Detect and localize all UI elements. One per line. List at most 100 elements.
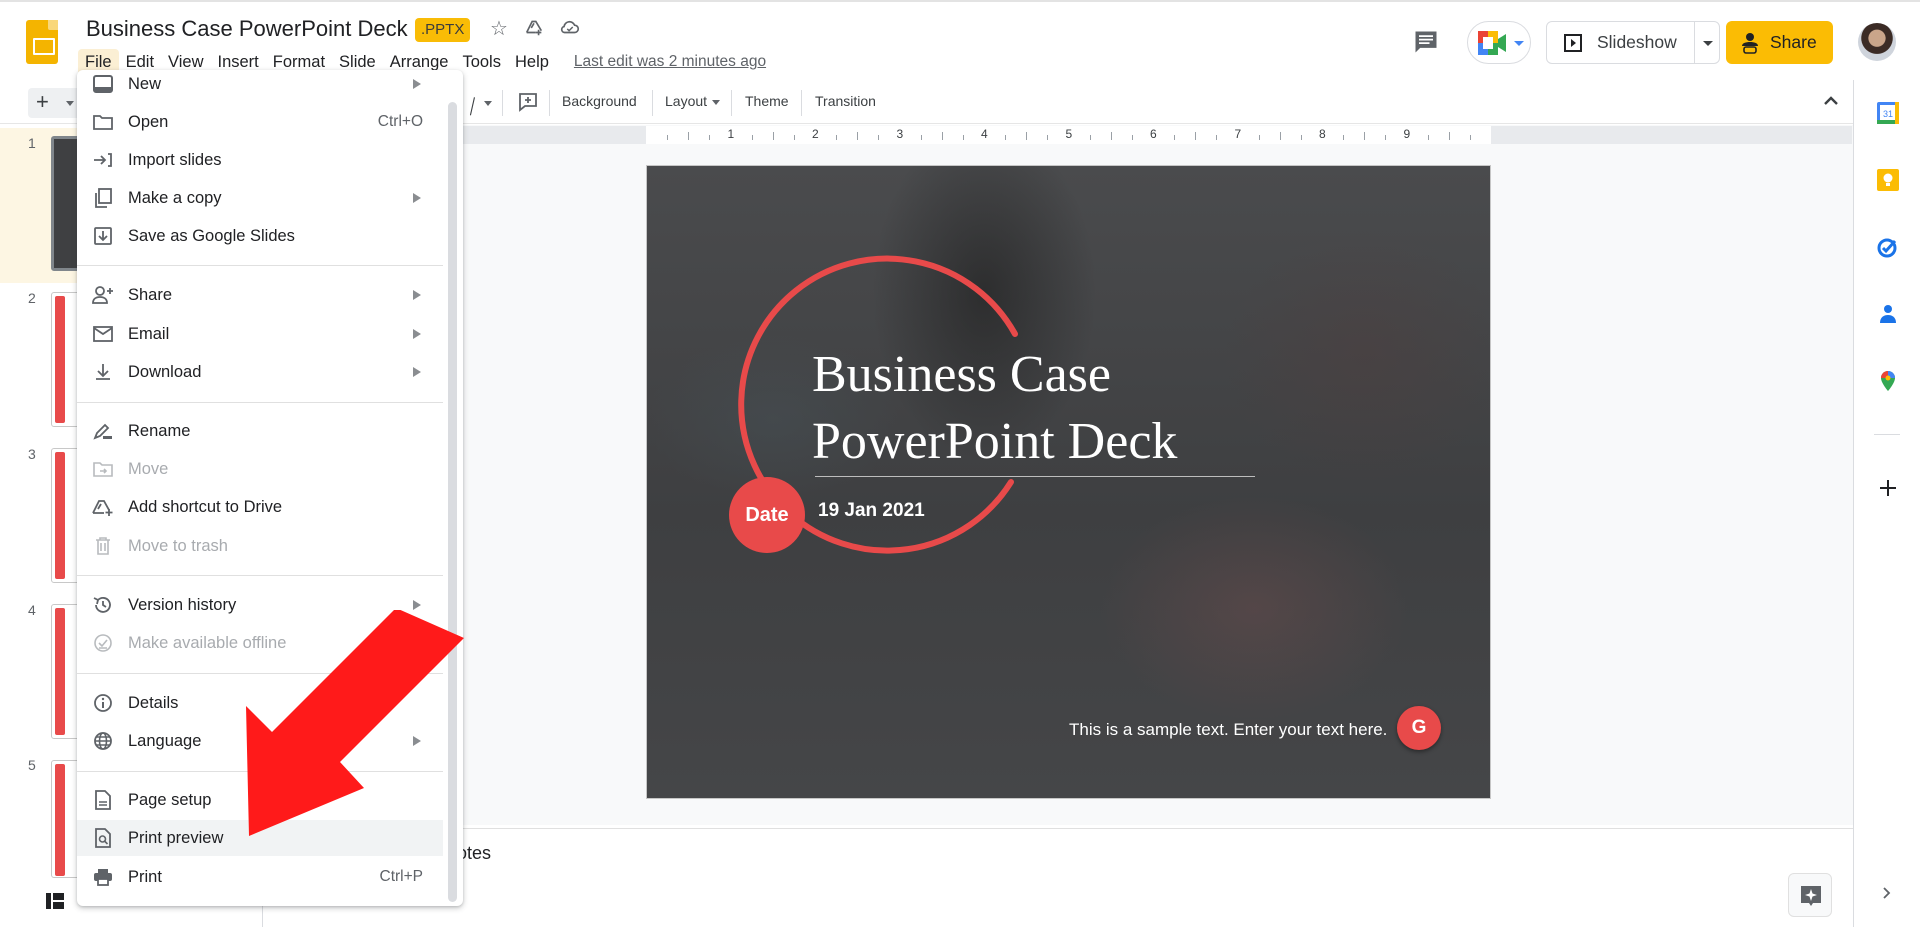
calendar-icon[interactable]: 31: [1876, 101, 1900, 125]
slide-number: 3: [28, 446, 36, 462]
toolbar-divider: [731, 90, 732, 116]
comments-icon[interactable]: [1412, 28, 1442, 56]
file-type-badge: .PPTX: [415, 18, 471, 42]
info-icon: [92, 692, 114, 714]
ruler-tick: [1448, 132, 1450, 140]
slide-title[interactable]: Business Case PowerPoint Deck: [812, 341, 1177, 475]
menu-item-page-setup[interactable]: Page setup: [77, 782, 443, 818]
slideshow-dropdown[interactable]: [1694, 21, 1720, 64]
ruler-tick: [1195, 132, 1197, 140]
menu-item-save-as-slides[interactable]: Save as Google Slides: [77, 218, 443, 254]
share-lock-icon: [1742, 32, 1758, 54]
menu-item-move: Move: [77, 451, 443, 487]
star-icon[interactable]: ☆: [486, 16, 512, 42]
slide-number: 1: [28, 135, 36, 151]
contacts-icon[interactable]: [1876, 302, 1900, 326]
menu-item-make-copy[interactable]: Make a copy: [77, 180, 443, 216]
share-button[interactable]: Share: [1726, 21, 1833, 64]
keep-icon[interactable]: [1876, 168, 1900, 192]
maps-icon[interactable]: [1876, 369, 1900, 393]
filmstrip-view-icon[interactable]: [46, 893, 64, 909]
theme-button[interactable]: Theme: [745, 93, 789, 109]
cloud-status-icon[interactable]: [557, 16, 583, 42]
ruler-tick: [941, 132, 943, 140]
ruler-number: 2: [812, 127, 819, 141]
ruler-number: 7: [1234, 127, 1242, 141]
move-icon: [92, 458, 114, 480]
ruler-tick: [667, 135, 669, 140]
menu-item-language[interactable]: Language: [77, 723, 443, 759]
ruler-number: 3: [896, 127, 904, 141]
explore-button[interactable]: [1788, 873, 1832, 917]
file-menu: New Open Ctrl+O Import slides Make a copy…: [77, 70, 463, 906]
menu-tools[interactable]: Tools: [455, 49, 508, 76]
download-icon: [92, 361, 114, 383]
menu-item-new[interactable]: New: [77, 70, 443, 102]
slides-logo-icon[interactable]: [26, 20, 58, 64]
menu-item-rename[interactable]: Rename: [77, 413, 443, 449]
move-to-drive-icon[interactable]: [521, 16, 547, 42]
ruler-tick: [1131, 135, 1133, 140]
line-dropdown-icon[interactable]: [484, 101, 492, 106]
ruler-tick: [836, 135, 838, 140]
menu-item-email[interactable]: Email: [77, 316, 443, 352]
slide-canvas[interactable]: Business Case PowerPoint Deck Date 19 Ja…: [646, 165, 1491, 799]
meet-button[interactable]: [1467, 21, 1531, 64]
menu-item-import-slides[interactable]: Import slides: [77, 142, 443, 178]
last-edit-link[interactable]: Last edit was 2 minutes ago: [574, 53, 766, 71]
submenu-arrow-icon: [413, 600, 421, 610]
submenu-arrow-icon: [413, 736, 421, 746]
submenu-arrow-icon: [413, 79, 421, 89]
menu-item-add-shortcut[interactable]: Add shortcut to Drive: [77, 489, 443, 525]
menu-separator: [77, 673, 443, 674]
menu-item-print[interactable]: Print Ctrl+P: [77, 859, 443, 895]
add-icon[interactable]: [1876, 476, 1900, 500]
submenu-arrow-icon: [413, 193, 421, 203]
person-add-icon: [92, 284, 114, 306]
sample-text[interactable]: This is a sample text. Enter your text h…: [1069, 720, 1387, 740]
ruler-tick: [1216, 135, 1218, 140]
rename-icon: [92, 420, 114, 442]
ruler-tick: [1300, 135, 1302, 140]
transition-button[interactable]: Transition: [815, 93, 876, 109]
menu-item-share[interactable]: Share: [77, 277, 443, 313]
ruler-tick: [793, 135, 795, 140]
ruler-tick: [920, 135, 922, 140]
menu-item-download[interactable]: Download: [77, 354, 443, 390]
globe-icon: [92, 730, 114, 752]
document-title[interactable]: Business Case PowerPoint Deck: [86, 16, 408, 42]
line-tool-icon[interactable]: ╲: [464, 97, 481, 115]
menu-item-version-history[interactable]: Version history: [77, 587, 443, 623]
ruler-number: 9: [1403, 127, 1411, 141]
menu-scrollbar[interactable]: [448, 102, 457, 902]
background-button[interactable]: Background: [562, 93, 637, 109]
ruler-tick: [1258, 135, 1260, 140]
toolbar-divider: [549, 90, 550, 116]
tasks-icon[interactable]: [1876, 235, 1900, 259]
layout-button[interactable]: Layout: [665, 93, 707, 109]
menu-item-details[interactable]: Details: [77, 685, 443, 721]
slide-number: 5: [28, 757, 36, 773]
ruler-number: 1: [727, 127, 735, 141]
ruler-tick: [1174, 135, 1176, 140]
chevron-down-icon: [1703, 41, 1713, 46]
horizontal-ruler[interactable]: 1 2 3 4 5 6 7 8 9: [646, 126, 1491, 144]
share-label: Share: [1770, 32, 1817, 52]
menu-item-print-preview[interactable]: Print preview: [77, 820, 443, 856]
menu-item-open[interactable]: Open Ctrl+O: [77, 104, 443, 140]
slide-number: 2: [28, 290, 36, 306]
expand-panel-icon[interactable]: [1880, 886, 1894, 900]
slideshow-button[interactable]: Slideshow: [1546, 21, 1695, 64]
new-slide-button[interactable]: +: [28, 88, 82, 118]
offline-icon: [92, 632, 114, 654]
date-text[interactable]: 19 Jan 2021: [818, 500, 925, 522]
new-doc-icon: [92, 73, 114, 95]
collapse-toolbar-icon[interactable]: [1820, 90, 1842, 112]
menu-help[interactable]: Help: [508, 49, 556, 76]
drive-shortcut-icon: [92, 496, 114, 518]
user-avatar[interactable]: [1858, 23, 1896, 61]
toolbar-divider: [502, 90, 503, 116]
ruler-tick: [1343, 135, 1345, 140]
add-comment-icon[interactable]: [517, 91, 539, 113]
ruler-tick: [688, 132, 690, 140]
